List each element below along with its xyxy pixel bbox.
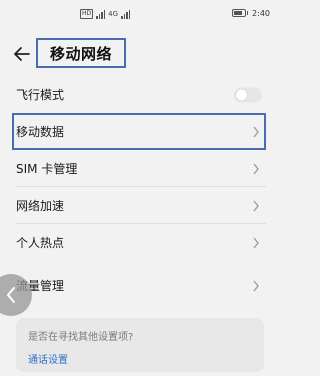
- setting-airplane-mode[interactable]: 飞行模式: [0, 76, 278, 113]
- chevron-right-icon: [253, 163, 259, 174]
- setting-network-boost[interactable]: 网络加速: [0, 187, 278, 224]
- chevron-right-icon: [253, 126, 259, 137]
- suggestion-card: 是否在寻找其他设置项? 通话设置: [16, 318, 264, 372]
- setting-label: 网络加速: [16, 199, 65, 213]
- setting-sim-management[interactable]: SIM 卡管理: [0, 150, 278, 187]
- setting-label: 飞行模式: [16, 88, 65, 102]
- clock: 2:40: [252, 8, 270, 18]
- suggestion-question: 是否在寻找其他设置项?: [28, 332, 134, 343]
- network-indicators: HD 4G: [80, 8, 131, 20]
- page-title: 移动网络: [49, 44, 112, 63]
- battery-icon: [231, 9, 249, 17]
- setting-hotspot[interactable]: 个人热点: [0, 224, 278, 261]
- setting-label: 个人热点: [16, 236, 65, 250]
- back-button[interactable]: [8, 40, 36, 68]
- setting-label: 移动数据: [16, 125, 65, 139]
- airplane-mode-toggle[interactable]: [234, 87, 262, 102]
- hd-badge: HD: [80, 9, 94, 19]
- status-right: 2:40: [231, 7, 270, 19]
- title-highlight: 移动网络: [36, 38, 126, 68]
- page-header: 移动网络: [0, 36, 278, 72]
- setting-mobile-data[interactable]: 移动数据: [0, 113, 278, 150]
- setting-label: SIM 卡管理: [16, 162, 78, 176]
- chevron-right-icon: [253, 200, 259, 211]
- chevron-right-icon: [253, 237, 259, 248]
- chevron-right-icon: [253, 280, 259, 291]
- signal-icon-2: [121, 9, 131, 19]
- status-bar: HD 4G 2:40: [0, 0, 278, 32]
- network-type-label: 4G: [108, 10, 119, 18]
- settings-list: 飞行模式 移动数据 SIM 卡管理 网络加速 个人热点 流量管理: [0, 76, 278, 304]
- arrow-left-icon: [14, 47, 30, 61]
- setting-data-usage[interactable]: 流量管理: [0, 267, 278, 304]
- chevron-left-icon: [6, 287, 15, 303]
- signal-icon: [96, 9, 106, 19]
- call-settings-link[interactable]: 通话设置: [28, 351, 252, 366]
